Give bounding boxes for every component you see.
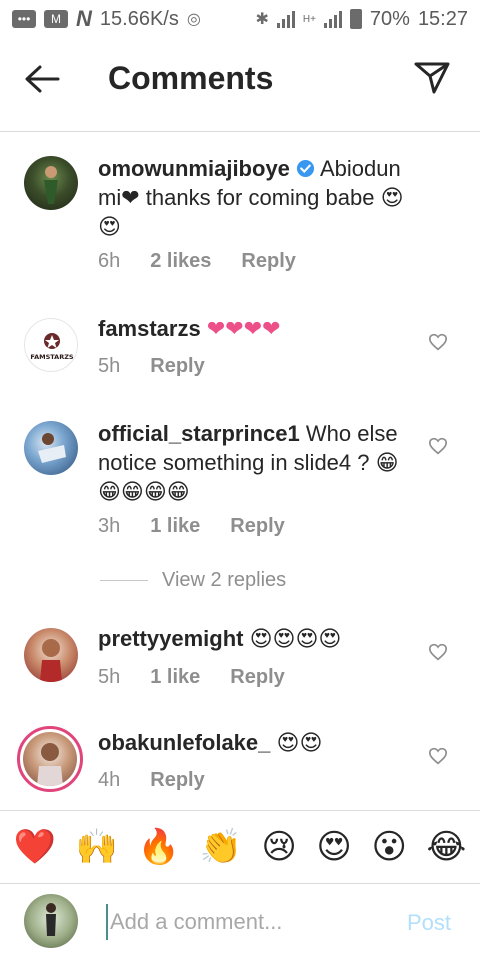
comment-input[interactable] bbox=[106, 904, 386, 940]
comment-likes[interactable]: 1 like bbox=[150, 666, 200, 689]
send-icon[interactable] bbox=[412, 60, 452, 96]
heart-outline-icon[interactable] bbox=[428, 333, 448, 351]
surprised-emoji-button[interactable]: 😮 bbox=[371, 827, 406, 867]
comment-text: 😍😍😍😍 bbox=[249, 626, 342, 651]
reply-button[interactable]: Reply bbox=[230, 666, 284, 689]
clock: 15:27 bbox=[417, 7, 468, 30]
comment-body: official_starprince1 Who else notice som… bbox=[98, 419, 410, 506]
emoji-quick-bar: ❤️ 🙌 🔥 👏 😢 😍 😮 😂 bbox=[0, 810, 480, 884]
avatar bbox=[23, 732, 77, 786]
laughing-emoji-button[interactable]: 😂 bbox=[426, 827, 466, 867]
heart-outline-icon[interactable] bbox=[428, 747, 448, 765]
battery-icon bbox=[349, 9, 362, 29]
heart-outline-icon[interactable] bbox=[428, 643, 448, 661]
avatar-story-ring[interactable] bbox=[17, 726, 83, 792]
comment-time: 6h bbox=[98, 250, 121, 272]
comment-text: ❤❤❤❤ bbox=[206, 316, 281, 341]
verified-badge-icon bbox=[296, 159, 315, 178]
heart-emoji-button[interactable]: ❤️ bbox=[14, 827, 56, 867]
comment-likes[interactable]: 1 like bbox=[150, 515, 200, 538]
gmail-icon: M bbox=[44, 10, 68, 28]
comment-body: obakunlefolake_ 😍😍 bbox=[98, 728, 410, 757]
signal-2-icon bbox=[323, 10, 342, 28]
comment-item: official_starprince1 Who else notice som… bbox=[0, 415, 480, 555]
status-bar: ••• M N 15.66K/s ◎ ✱ H+ 70% 15:27 bbox=[0, 0, 480, 38]
bluetooth-icon: ✱ bbox=[255, 11, 269, 28]
hotspot-icon: ◎ bbox=[186, 11, 201, 28]
comment-time: 3h bbox=[98, 515, 121, 537]
comment-username[interactable]: official_starprince1 bbox=[98, 421, 300, 446]
comment-time: 4h bbox=[98, 769, 121, 791]
comment-username[interactable]: prettyyemight bbox=[98, 626, 243, 651]
comment-meta: 4h Reply bbox=[98, 769, 235, 792]
avatar-logo-text: FAMSTARZS bbox=[30, 353, 74, 361]
clapping-emoji-button[interactable]: 👏 bbox=[200, 827, 242, 867]
page-title: Comments bbox=[108, 60, 274, 96]
avatar[interactable] bbox=[24, 156, 78, 210]
heart-eyes-emoji-button[interactable]: 😍 bbox=[316, 827, 351, 867]
comment-meta: 3h 1 like Reply bbox=[98, 515, 315, 538]
battery-level: 70% bbox=[369, 7, 410, 30]
back-arrow-icon[interactable] bbox=[22, 63, 62, 95]
comment-item: obakunlefolake_ 😍😍 4h Reply bbox=[0, 724, 480, 814]
comment-likes[interactable]: 2 likes bbox=[150, 250, 211, 273]
comment-item: FAMSTARZS famstarzs ❤❤❤❤ 5h Reply bbox=[0, 310, 480, 400]
view-replies-label[interactable]: View 2 replies bbox=[162, 569, 286, 592]
comment-input-bar: Post bbox=[0, 884, 480, 960]
current-user-avatar bbox=[24, 894, 78, 948]
network-speed: 15.66K/s bbox=[99, 7, 179, 30]
avatar[interactable]: FAMSTARZS bbox=[24, 318, 78, 372]
reply-button[interactable]: Reply bbox=[230, 515, 284, 538]
message-icon: ••• bbox=[12, 10, 36, 28]
reply-button[interactable]: Reply bbox=[150, 769, 204, 792]
comment-username[interactable]: obakunlefolake_ bbox=[98, 730, 270, 755]
comment-time: 5h bbox=[98, 355, 121, 377]
comment-body: famstarzs ❤❤❤❤ bbox=[98, 314, 418, 343]
network-type-label: H+ bbox=[302, 13, 316, 25]
comment-body: prettyyemight 😍😍😍😍 bbox=[98, 624, 410, 653]
view-replies-button[interactable]: View 2 replies bbox=[100, 569, 286, 592]
avatar[interactable] bbox=[24, 628, 78, 682]
comment-meta: 5h Reply bbox=[98, 355, 235, 378]
post-button[interactable]: Post bbox=[407, 910, 451, 936]
divider bbox=[100, 580, 148, 581]
reply-button[interactable]: Reply bbox=[150, 355, 204, 378]
comment-meta: 5h 1 like Reply bbox=[98, 666, 315, 689]
avatar[interactable] bbox=[24, 421, 78, 475]
n-icon: N bbox=[76, 6, 92, 31]
comments-header: Comments bbox=[0, 38, 480, 132]
signal-icon bbox=[276, 10, 295, 28]
fire-emoji-button[interactable]: 🔥 bbox=[138, 827, 180, 867]
comment-username[interactable]: omowunmiajiboye bbox=[98, 156, 290, 181]
crying-emoji-button[interactable]: 😢 bbox=[261, 827, 296, 867]
comment-body: omowunmiajiboye Abiodun mi❤ thanks for c… bbox=[98, 154, 410, 241]
comment-text: 😍😍 bbox=[276, 730, 323, 755]
comment-username[interactable]: famstarzs bbox=[98, 316, 201, 341]
comment-meta: 6h 2 likes Reply bbox=[98, 250, 326, 273]
heart-outline-icon[interactable] bbox=[428, 437, 448, 455]
reply-button[interactable]: Reply bbox=[241, 250, 295, 273]
comment-time: 5h bbox=[98, 666, 121, 688]
raised-hands-emoji-button[interactable]: 🙌 bbox=[76, 827, 118, 867]
comment-item: omowunmiajiboye Abiodun mi❤ thanks for c… bbox=[0, 150, 480, 300]
comment-item: prettyyemight 😍😍😍😍 5h 1 like Reply bbox=[0, 620, 480, 710]
